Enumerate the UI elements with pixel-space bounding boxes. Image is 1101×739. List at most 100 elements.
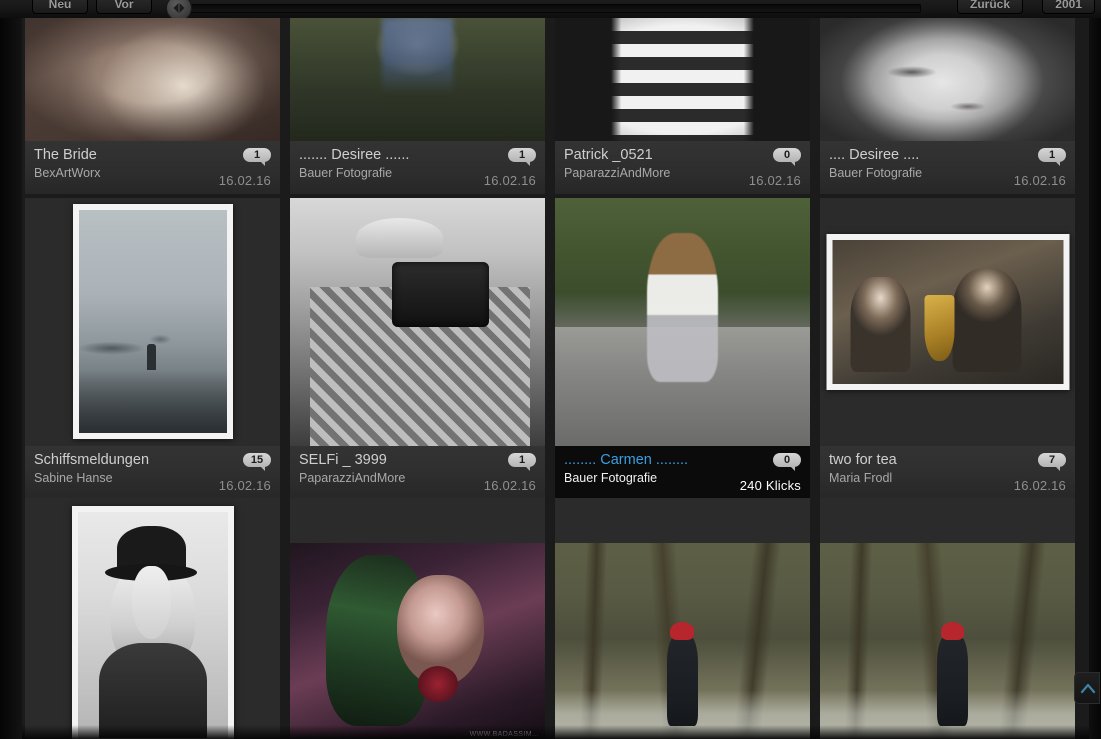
gallery-card[interactable] <box>25 498 280 739</box>
gallery-card[interactable]: ....... Desiree ...... Bauer Fotografie … <box>290 18 545 194</box>
card-author: PaparazziAndMore <box>299 471 406 485</box>
photo-figure <box>146 343 156 370</box>
card-meta: 16.02.16 <box>1013 478 1066 493</box>
card-title: The Bride <box>34 147 97 163</box>
card-author: Sabine Hanse <box>34 471 113 485</box>
gallery-grid: The Bride BexArtWorx 1 16.02.16 ....... … <box>22 18 1089 739</box>
card-meta: 16.02.16 <box>218 478 271 493</box>
card-thumbnail[interactable] <box>820 498 1075 739</box>
card-meta: 16.02.16 <box>483 478 536 493</box>
photo-winter-forest-b <box>820 543 1075 739</box>
card-caption[interactable]: ........ Carmen ........ Bauer Fotografi… <box>555 446 810 499</box>
card-thumbnail[interactable] <box>25 18 280 141</box>
comment-count-badge[interactable]: 1 <box>508 453 536 471</box>
scroll-to-top-button[interactable] <box>1074 672 1100 704</box>
card-thumbnail[interactable] <box>290 18 545 141</box>
top-toolbar: Neu Vor Zurück 2001 <box>0 0 1101 18</box>
card-thumbnail[interactable] <box>555 198 810 446</box>
gallery-card[interactable]: Schiffsmeldungen Sabine Hanse 15 16.02.1… <box>25 198 280 499</box>
card-meta: 16.02.16 <box>748 173 801 188</box>
card-caption[interactable]: .... Desiree .... Bauer Fotografie 1 16.… <box>820 141 1075 194</box>
card-thumbnail[interactable] <box>820 198 1075 446</box>
photo-carmen-road <box>555 198 810 446</box>
gallery-card[interactable]: .... Desiree .... Bauer Fotografie 1 16.… <box>820 18 1075 194</box>
card-click-count: 240 Klicks <box>739 478 801 493</box>
comment-count-badge[interactable]: 7 <box>1038 453 1066 471</box>
photo-desiree-shorts <box>290 18 545 141</box>
photo-frame <box>71 506 234 739</box>
window-frame-right <box>1089 0 1101 739</box>
window-frame-left <box>0 0 22 739</box>
card-thumbnail[interactable] <box>820 18 1075 141</box>
photo-singer-hat-bw <box>77 512 228 738</box>
card-author: Bauer Fotografie <box>829 166 923 180</box>
photo-band-sax <box>832 240 1063 384</box>
card-caption[interactable]: SELFi _ 3999 PaparazziAndMore 1 16.02.16 <box>290 446 545 499</box>
card-title: ....... Desiree ...... <box>299 147 410 163</box>
card-caption[interactable]: two for tea Maria Frodl 7 16.02.16 <box>820 446 1075 499</box>
comment-count-badge[interactable]: 15 <box>243 453 271 471</box>
vor-button[interactable]: Vor <box>96 0 152 14</box>
photo-watermark: WWW.BADASSIM... <box>469 731 539 738</box>
comment-count-badge[interactable]: 0 <box>773 453 801 471</box>
card-meta: 16.02.16 <box>218 173 271 188</box>
card-author: Maria Frodl <box>829 471 893 485</box>
card-author: Bauer Fotografie <box>299 166 393 180</box>
photo-photographer-bw <box>290 198 545 446</box>
card-author: PaparazziAndMore <box>564 166 671 180</box>
card-title: Patrick _0521 <box>564 147 653 163</box>
timeline-slider-handle[interactable] <box>166 0 192 18</box>
photo-frame <box>72 204 233 439</box>
card-thumbnail[interactable] <box>555 18 810 141</box>
gallery-card[interactable]: WWW.BADASSIM... <box>290 498 545 739</box>
card-title: .... Desiree .... <box>829 147 920 163</box>
photo-saxophone <box>924 294 955 361</box>
photo-winter-forest-a <box>555 543 810 739</box>
card-title: SELFi _ 3999 <box>299 452 387 468</box>
photo-harbour-mist <box>78 210 227 433</box>
card-caption[interactable]: Patrick _0521 PaparazziAndMore 0 16.02.1… <box>555 141 810 194</box>
comment-count-badge[interactable]: 1 <box>1038 148 1066 166</box>
zurueck-button[interactable]: Zurück <box>956 0 1023 14</box>
card-caption[interactable]: Schiffsmeldungen Sabine Hanse 15 16.02.1… <box>25 446 280 499</box>
card-thumbnail[interactable] <box>25 498 280 739</box>
photo-cap <box>356 217 443 258</box>
comment-count-badge[interactable]: 1 <box>508 148 536 166</box>
gallery-card[interactable]: Patrick _0521 PaparazziAndMore 0 16.02.1… <box>555 18 810 194</box>
gallery-page: Neu Vor Zurück 2001 The Bride BexArtWorx… <box>0 0 1101 739</box>
gallery-card[interactable]: SELFi _ 3999 PaparazziAndMore 1 16.02.16 <box>290 198 545 499</box>
gallery-card[interactable] <box>555 498 810 739</box>
photo-person <box>937 634 968 727</box>
year-button[interactable]: 2001 <box>1042 0 1095 14</box>
photo-face <box>131 566 171 639</box>
photo-person <box>667 634 698 727</box>
card-thumbnail[interactable] <box>555 498 810 739</box>
gallery-card[interactable]: The Bride BexArtWorx 1 16.02.16 <box>25 18 280 194</box>
comment-count-badge[interactable]: 1 <box>243 148 271 166</box>
card-thumbnail[interactable]: WWW.BADASSIM... <box>290 498 545 739</box>
comment-count-badge[interactable]: 0 <box>773 148 801 166</box>
card-meta: 16.02.16 <box>1013 173 1066 188</box>
card-thumbnail[interactable] <box>290 198 545 446</box>
card-author: Bauer Fotografie <box>564 471 658 485</box>
photo-rose <box>417 666 459 703</box>
photo-bride <box>25 18 280 141</box>
card-author: BexArtWorx <box>34 166 101 180</box>
card-caption[interactable]: ....... Desiree ...... Bauer Fotografie … <box>290 141 545 194</box>
photo-gothic-green-hair: WWW.BADASSIM... <box>290 543 545 739</box>
card-title: Schiffsmeldungen <box>34 452 150 468</box>
timeline-slider-track[interactable] <box>172 4 921 13</box>
photo-striped-sweater <box>555 18 810 141</box>
neu-button[interactable]: Neu <box>32 0 88 14</box>
photo-frame <box>826 234 1069 390</box>
gallery-card-active[interactable]: ........ Carmen ........ Bauer Fotografi… <box>555 198 810 499</box>
photo-desiree-face <box>820 18 1075 141</box>
card-caption[interactable]: The Bride BexArtWorx 1 16.02.16 <box>25 141 280 194</box>
card-thumbnail[interactable] <box>25 198 280 446</box>
card-meta: 16.02.16 <box>483 173 536 188</box>
gallery-card[interactable]: two for tea Maria Frodl 7 16.02.16 <box>820 198 1075 499</box>
gallery-card[interactable] <box>820 498 1075 739</box>
card-title: ........ Carmen ........ <box>564 452 689 468</box>
photo-body <box>98 643 207 738</box>
card-title: two for tea <box>829 452 897 468</box>
